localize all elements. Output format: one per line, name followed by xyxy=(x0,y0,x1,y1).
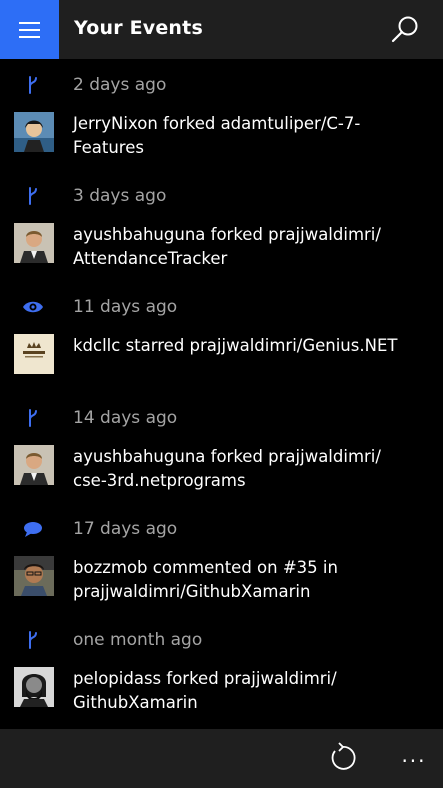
avatar[interactable] xyxy=(14,445,54,485)
fork-icon xyxy=(29,76,37,94)
event-item[interactable]: 2 days ago JerryNixon forked adamtuliper… xyxy=(0,59,443,170)
hamburger-line xyxy=(19,36,40,38)
event-description[interactable]: JerryNixon forked adamtuliper/C-7- Featu… xyxy=(73,112,423,160)
event-description[interactable]: kdcllc starred prajjwaldimri/Genius.NET xyxy=(73,334,423,358)
eye-icon xyxy=(23,301,43,313)
event-time: 2 days ago xyxy=(73,75,167,95)
more-options-button[interactable]: ... xyxy=(397,743,431,767)
event-description[interactable]: ayushbahuguna forked prajjwaldimri/ Atte… xyxy=(73,223,423,271)
fork-icon xyxy=(29,187,37,205)
event-item[interactable]: 17 days ago bozzmob commented on #35 in … xyxy=(0,503,443,614)
event-time: 11 days ago xyxy=(73,297,178,317)
event-item[interactable]: 14 days ago ayushbahuguna forked prajjwa… xyxy=(0,392,443,503)
fork-icon xyxy=(29,631,37,649)
event-description-line: Features xyxy=(73,138,144,157)
event-list[interactable]: 2 days ago JerryNixon forked adamtuliper… xyxy=(0,59,443,725)
avatar[interactable] xyxy=(14,556,54,596)
event-item[interactable]: 3 days ago ayushbahuguna forked prajjwal… xyxy=(0,170,443,281)
event-time: 14 days ago xyxy=(73,408,178,428)
fork-icon xyxy=(29,409,37,427)
avatar[interactable] xyxy=(14,667,54,707)
event-description-line: JerryNixon forked adamtuliper/C-7- xyxy=(73,114,361,133)
event-time: 3 days ago xyxy=(73,186,167,206)
header-bar: Your Events xyxy=(0,0,443,59)
event-description[interactable]: bozzmob commented on #35 in prajjwaldimr… xyxy=(73,556,423,604)
avatar[interactable] xyxy=(14,223,54,263)
app-bar: ... xyxy=(0,729,443,788)
event-description-line: GithubXamarin xyxy=(73,693,198,712)
event-time: 17 days ago xyxy=(73,519,178,539)
refresh-icon[interactable] xyxy=(327,741,357,775)
event-description-line: pelopidass forked prajjwaldimri/ xyxy=(73,669,337,688)
hamburger-menu-button[interactable] xyxy=(0,0,59,59)
event-time: one month ago xyxy=(73,630,203,650)
search-icon[interactable] xyxy=(389,14,421,46)
comment-icon xyxy=(24,522,42,537)
event-description-line: cse-3rd.netprograms xyxy=(73,471,246,490)
event-description-line: ayushbahuguna forked prajjwaldimri/ xyxy=(73,447,381,466)
avatar[interactable] xyxy=(14,334,54,374)
event-description[interactable]: ayushbahuguna forked prajjwaldimri/ cse-… xyxy=(73,445,423,493)
hamburger-line xyxy=(19,29,40,31)
event-description-line: kdcllc starred prajjwaldimri/Genius.NET xyxy=(73,336,398,355)
event-item[interactable]: 11 days ago kdcllc starred prajjwaldimri… xyxy=(0,281,443,392)
event-description[interactable]: pelopidass forked prajjwaldimri/ GithubX… xyxy=(73,667,423,715)
event-description-line: prajjwaldimri/GithubXamarin xyxy=(73,582,311,601)
hamburger-line xyxy=(19,22,40,24)
event-item[interactable]: one month ago pelopidass forked prajjwal… xyxy=(0,614,443,725)
event-description-line: AttendanceTracker xyxy=(73,249,228,268)
avatar[interactable] xyxy=(14,112,54,152)
event-description-line: bozzmob commented on #35 in xyxy=(73,558,338,577)
event-description-line: ayushbahuguna forked prajjwaldimri/ xyxy=(73,225,381,244)
page-title: Your Events xyxy=(74,17,203,39)
